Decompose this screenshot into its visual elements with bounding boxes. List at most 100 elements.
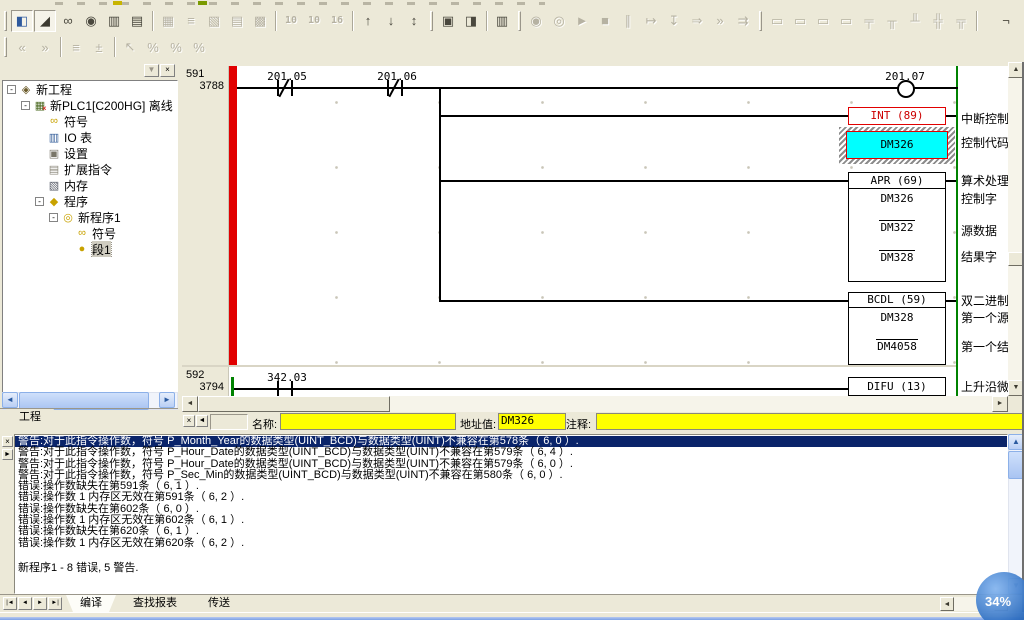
output-close-button[interactable]: × — [2, 436, 13, 447]
bcdl-instruction-title[interactable]: BCDL (59) — [848, 292, 946, 308]
tab-find-report[interactable]: 查找报表 — [118, 595, 192, 612]
instruction-comment: 控制字 — [961, 190, 1008, 207]
rung-margin — [182, 66, 229, 396]
pane-dropdown-button[interactable]: ▼ — [144, 64, 159, 77]
comment-field[interactable] — [596, 413, 1024, 430]
operand-cell[interactable]: DM328 — [848, 311, 946, 324]
insert-row-icon: ╨ — [904, 10, 926, 32]
compare-with-plc-icon[interactable]: ↕ — [403, 10, 425, 32]
output-coil[interactable] — [897, 80, 915, 98]
toolbar-button-glyph: ╥ — [887, 13, 896, 28]
settings-icon: ▣ — [47, 147, 61, 160]
tree-item-program1[interactable]: - ◎ 新程序1 — [3, 209, 177, 225]
toolbar-button-glyph: ╨ — [910, 13, 919, 28]
comment-label: 注释: — [566, 416, 591, 432]
tree-item-memory[interactable]: ▧ 内存 — [3, 177, 177, 193]
name-field[interactable] — [280, 413, 456, 430]
toolbar-button-glyph: 10 — [285, 15, 297, 26]
toggle-output-window-icon[interactable]: ◢ — [34, 10, 56, 32]
operand-bar-prev-icon[interactable]: ◄ — [196, 415, 208, 427]
align-top-icon: ± — [88, 36, 110, 58]
tree-item-label: IO 表 — [64, 129, 92, 145]
toggle-cross-reference-icon[interactable]: ◉ — [80, 10, 102, 32]
toggle-project-workspace-icon[interactable]: ◧ — [11, 10, 33, 32]
ladder-scroll-right-icon[interactable]: ► — [992, 396, 1008, 412]
output-message-list: 警告:对于此指令操作数，符号 P_Month_Year的数据类型(UINT_BC… — [14, 434, 1008, 594]
toolbar-button-glyph: ∥ — [625, 13, 632, 29]
toolbar-button-glyph: ◎ — [553, 13, 564, 29]
project-workspace-tab[interactable]: 工程 — [6, 409, 54, 426]
output-hscroll-left-icon[interactable]: ◄ — [940, 597, 954, 611]
expand-toggle-icon[interactable]: - — [21, 101, 30, 110]
tab-compile[interactable]: 编译 — [66, 595, 116, 612]
section-icon: ● — [75, 243, 89, 255]
tree-item-program1-symbols[interactable]: ∞ 符号 — [3, 225, 177, 241]
operand-cell[interactable]: DM328 — [848, 251, 946, 264]
tree-item-settings[interactable]: ▣ 设置 — [3, 145, 177, 161]
tab-scroll-last-icon[interactable]: ►| — [48, 597, 62, 610]
operand-bar-close-button[interactable]: × — [183, 415, 195, 427]
int-instruction-title[interactable]: INT (89) — [848, 107, 946, 125]
transfer-from-plc-icon[interactable]: ↓ — [380, 10, 402, 32]
selected-operand-cell[interactable]: DM326 — [846, 131, 948, 159]
plc-icon: ▦ — [33, 99, 47, 112]
ladder-hscroll-thumb[interactable] — [198, 396, 390, 412]
monitor-mode-icon: ◎ — [548, 10, 570, 32]
tab-scroll-prev-icon[interactable]: ◄ — [18, 597, 32, 610]
no-contact[interactable] — [277, 381, 279, 397]
memory-icon: ▧ — [47, 179, 61, 192]
toolbar-button-glyph: ⇒ — [692, 13, 703, 29]
new-connection-icon[interactable]: ¬ — [995, 10, 1017, 32]
operand-cell[interactable]: DM322 — [848, 221, 946, 234]
show-properties-icon[interactable]: ▤ — [126, 10, 148, 32]
program1-icon: ◎ — [61, 211, 75, 224]
programs-icon: ◆ — [47, 195, 61, 208]
tree-item-expansion-instructions[interactable]: ▤ 扩展指令 — [3, 161, 177, 177]
apr-instruction-title[interactable]: APR (69) — [848, 172, 946, 189]
toolbar-button-glyph: ≡ — [72, 40, 80, 55]
tree-item-programs[interactable]: - ◆ 程序 — [3, 193, 177, 209]
output-line[interactable]: 警告:对于此指令操作数，符号 P_Hour_Date的数据类型(UINT_BCD… — [15, 447, 1007, 458]
toggle-watch-window-icon[interactable]: ∞ — [57, 10, 79, 32]
send-changes-icon[interactable]: ◨ — [460, 10, 482, 32]
pane-close-button[interactable]: × — [160, 64, 175, 77]
transfer-to-plc-icon[interactable]: ↑ — [357, 10, 379, 32]
operand-cell[interactable]: DM326 — [848, 192, 946, 205]
expand-toggle-icon[interactable]: - — [7, 85, 16, 94]
address-field[interactable]: DM326 — [498, 413, 566, 430]
operand-cell[interactable]: DM4058 — [848, 340, 946, 353]
tree-item-plc[interactable]: - ▦ 新PLC1[C200HG] 离线 — [3, 97, 177, 113]
monitor-window-icon[interactable]: ▥ — [491, 10, 513, 32]
tab-transfer[interactable]: 传送 — [194, 595, 244, 612]
nc-contact[interactable] — [291, 80, 293, 96]
contact-address-label[interactable]: 342.03 — [257, 371, 317, 384]
name-label: 名称: — [252, 416, 277, 432]
tree-item-symbols[interactable]: ∞ 符号 — [3, 113, 177, 129]
toolbar-row-2: «»≡±↖%%% — [0, 34, 1024, 60]
toolbar-button-glyph: % — [147, 40, 159, 55]
compile-summary: 新程序1 - 8 错误, 5 警告. — [18, 559, 138, 575]
output-expand-icon[interactable]: ► — [2, 449, 13, 460]
no-contact[interactable] — [291, 381, 293, 397]
monitor-decimal-icon: 10 — [280, 10, 302, 32]
expand-toggle-icon[interactable]: - — [49, 213, 58, 222]
tree-item-project[interactable]: - ◈ 新工程 — [3, 81, 177, 97]
expand-toggle-icon[interactable]: - — [35, 197, 44, 206]
toolbar-button-glyph: ▦ — [162, 13, 174, 29]
rung-line — [237, 87, 958, 89]
tab-scroll-next-icon[interactable]: ► — [33, 597, 47, 610]
nc-contact[interactable] — [401, 80, 403, 96]
continuous-step-icon: » — [709, 10, 731, 32]
tree-item-io-table[interactable]: ▥ IO 表 — [3, 129, 177, 145]
output-line[interactable]: 错误:操作数 1 内存区无效在第620条（ 6, 2 ）. — [15, 538, 1007, 549]
tree-item-section1[interactable]: ● 段1 — [3, 241, 177, 257]
address-reference-tool-icon[interactable]: ▥ — [103, 10, 125, 32]
tree-scroll-left-icon[interactable]: ◄ — [2, 392, 18, 408]
tree-item-label: 符号 — [92, 225, 116, 241]
ladder-scroll-left-icon[interactable]: ◄ — [182, 396, 198, 412]
difu-instruction-title[interactable]: DIFU (13) — [848, 377, 946, 396]
output-line[interactable]: 错误:操作数缺失在第620条（ 6, 1 ）. — [15, 526, 1007, 537]
online-edit-icon[interactable]: ▣ — [437, 10, 459, 32]
tab-scroll-first-icon[interactable]: |◄ — [3, 597, 17, 610]
tree-scroll-right-icon[interactable]: ► — [159, 392, 175, 408]
